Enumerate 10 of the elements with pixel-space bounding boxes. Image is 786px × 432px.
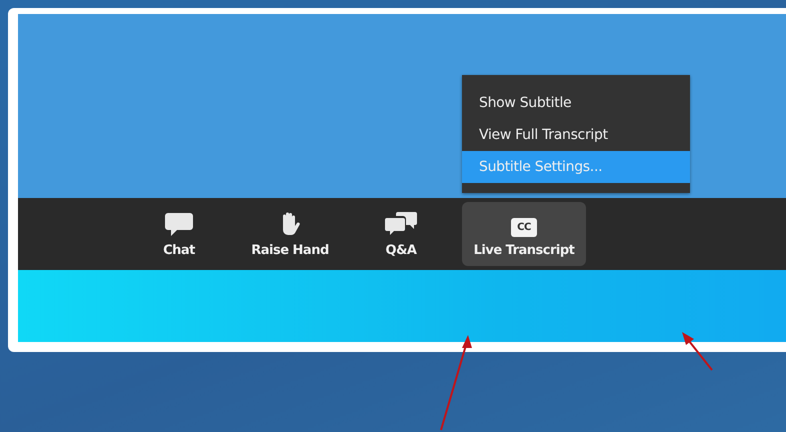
arrow <box>682 332 713 371</box>
speech-bubble-icon <box>164 211 194 237</box>
qa-button[interactable]: Q&A <box>365 202 437 266</box>
speech-bubbles-icon <box>384 211 418 237</box>
menu-item[interactable]: View Full Transcript <box>462 119 690 151</box>
raise-hand-button[interactable]: Raise Hand <box>240 202 340 266</box>
chat-button[interactable]: Chat <box>143 202 215 266</box>
menu-item[interactable]: Show Subtitle <box>462 87 690 119</box>
live-transcript-button[interactable]: CC Live Transcript <box>462 202 586 266</box>
cc-badge: CC <box>511 218 537 237</box>
